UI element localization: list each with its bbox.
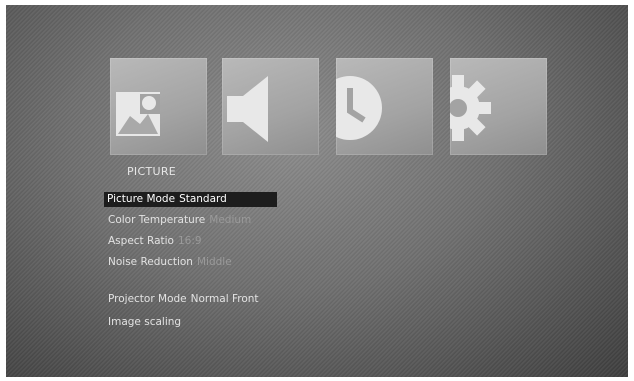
menu-item-picture-mode[interactable]: Picture Mode Standard (104, 192, 277, 207)
picture-menu-tile[interactable] (110, 58, 207, 155)
menu-item-value: Standard (179, 193, 227, 205)
menu-item-noise-reduction[interactable]: Noise Reduction Middle (108, 255, 232, 270)
time-menu-tile[interactable] (336, 58, 433, 155)
section-title: PICTURE (127, 165, 177, 178)
menu-item-value: 16:9 (177, 235, 202, 247)
setup-menu-tile[interactable] (450, 58, 547, 155)
picture-icon (116, 92, 160, 136)
menu-item-label: Projector Mode (108, 293, 187, 305)
menu-item-aspect-ratio[interactable]: Aspect Ratio 16:9 (108, 234, 202, 249)
sound-menu-tile[interactable] (222, 58, 319, 155)
menu-item-label: Picture Mode (107, 193, 176, 205)
menu-item-value: Normal Front (190, 293, 259, 305)
menu-item-image-scaling[interactable]: Image scaling (108, 315, 181, 330)
menu-item-value: Middle (196, 256, 232, 268)
menu-item-label: Aspect Ratio (108, 235, 174, 247)
tv-menu-screen: PICTURE Picture Mode Standard Color Tempe… (6, 5, 628, 377)
menu-item-projector-mode[interactable]: Projector Mode Normal Front (108, 292, 259, 307)
sound-icon (227, 76, 268, 142)
menu-item-label: Noise Reduction (108, 256, 193, 268)
clock-icon (336, 76, 382, 140)
menu-item-label: Image scaling (108, 316, 182, 328)
menu-item-value: Medium (209, 214, 252, 226)
menu-item-color-temperature[interactable]: Color Temperature Medium (108, 213, 251, 228)
menu-item-label: Color Temperature (108, 214, 206, 226)
gear-icon (450, 75, 491, 141)
